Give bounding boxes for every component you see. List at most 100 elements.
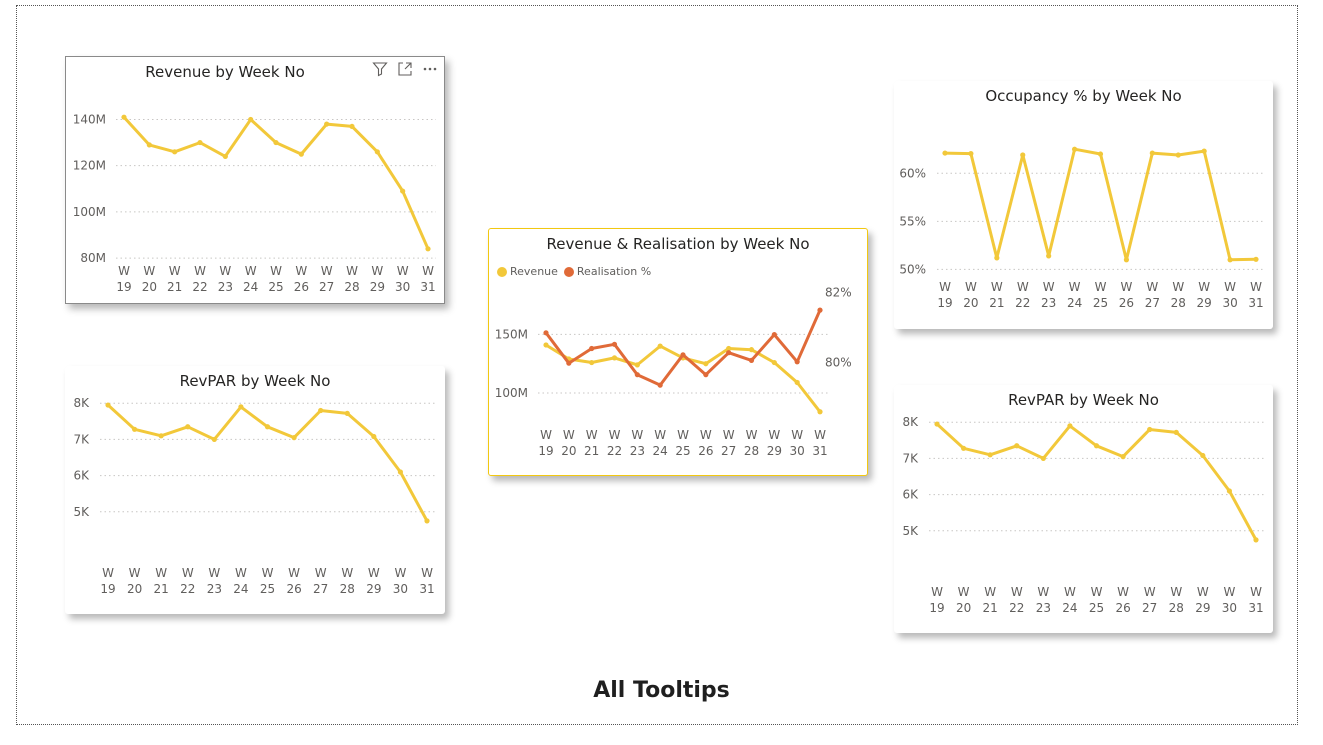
x-tick-label: W 27	[313, 566, 328, 596]
data-point[interactable]	[1071, 146, 1078, 152]
data-point[interactable]	[105, 402, 111, 408]
series-line[interactable]	[106, 403, 429, 523]
data-point[interactable]	[1149, 150, 1155, 156]
data-point[interactable]	[771, 359, 777, 366]
x-tick-label: W 25	[1089, 585, 1104, 615]
data-point[interactable]	[264, 424, 271, 430]
data-point[interactable]	[794, 359, 800, 365]
x-tick-label: W 27	[1142, 585, 1157, 615]
data-point[interactable]	[611, 355, 618, 361]
data-point[interactable]	[371, 433, 377, 440]
data-point[interactable]	[211, 436, 217, 443]
revpar-right-visual[interactable]: RevPAR by Week No 5K 6K 7K 8K W 19 W 20 W 21 W 22 W 2…	[894, 385, 1273, 633]
x-tick-label: W 23	[207, 566, 222, 596]
data-point[interactable]	[1201, 148, 1207, 154]
data-point[interactable]	[397, 469, 404, 475]
data-point[interactable]	[146, 142, 152, 148]
data-point[interactable]	[726, 350, 732, 356]
data-point[interactable]	[794, 379, 800, 386]
data-point[interactable]	[1253, 256, 1259, 262]
series-line[interactable]	[935, 422, 1258, 542]
data-point[interactable]	[344, 410, 350, 416]
data-point[interactable]	[172, 149, 178, 155]
data-point[interactable]	[318, 407, 324, 414]
occupancy-by-week-visual[interactable]: Occupancy % by Week No 50% 55% 60% W 19 W 20 W 2…	[894, 81, 1273, 329]
data-point[interactable]	[324, 121, 330, 127]
data-point[interactable]	[657, 382, 663, 388]
data-point[interactable]	[1120, 454, 1126, 460]
x-tick-label: W 30	[1222, 585, 1237, 615]
data-point[interactable]	[1093, 443, 1100, 449]
data-point[interactable]	[960, 445, 967, 451]
data-point[interactable]	[197, 139, 203, 146]
series-line[interactable]	[544, 308, 822, 387]
data-point[interactable]	[994, 255, 1000, 261]
data-point[interactable]	[298, 151, 304, 157]
x-tick-label: W 27	[721, 428, 736, 458]
data-point[interactable]	[589, 359, 595, 366]
data-point[interactable]	[238, 404, 244, 410]
data-point[interactable]	[222, 153, 228, 160]
data-point[interactable]	[703, 372, 709, 378]
x-tick-label: W 21	[154, 566, 169, 596]
x-tick-label: W 20	[956, 585, 971, 615]
data-point[interactable]	[248, 116, 254, 123]
chart-plot: 80M 100M 120M 140M W 19 W 20 W 21 W 22 W 23 W 24 W 25 W 26 W…	[73, 112, 436, 294]
data-point[interactable]	[748, 347, 755, 353]
data-point[interactable]	[1173, 429, 1179, 435]
data-point[interactable]	[273, 139, 279, 146]
data-point[interactable]	[1014, 443, 1020, 449]
data-point[interactable]	[1147, 426, 1153, 433]
data-point[interactable]	[1097, 151, 1104, 157]
chart-plot: 100M 150M 80% 82% W 19 W 20 W 21 W 22 W 23 W 24 W 25 W 26 W 2…	[495, 286, 852, 458]
data-point[interactable]	[185, 424, 191, 430]
series-line[interactable]	[943, 147, 1258, 262]
x-tick-label: W 25	[260, 566, 275, 596]
data-point[interactable]	[817, 409, 823, 415]
data-point[interactable]	[634, 372, 640, 378]
data-point[interactable]	[1200, 452, 1206, 459]
x-tick-label: W 27	[1145, 280, 1160, 310]
data-point[interactable]	[968, 150, 974, 157]
data-point[interactable]	[611, 341, 618, 347]
data-point[interactable]	[374, 149, 380, 155]
data-point[interactable]	[817, 307, 823, 313]
data-point[interactable]	[566, 360, 572, 366]
series-line[interactable]	[122, 115, 430, 251]
data-point[interactable]	[1046, 253, 1052, 259]
data-point[interactable]	[349, 123, 355, 130]
revpar-left-visual[interactable]: RevPAR by Week No 5K 6K 7K 8K W 19 W 20 W 21 W 22 W 2…	[65, 366, 445, 614]
data-point[interactable]	[1123, 257, 1130, 263]
data-point[interactable]	[425, 246, 431, 252]
data-point[interactable]	[1253, 537, 1259, 543]
data-point[interactable]	[400, 188, 406, 194]
data-point[interactable]	[1020, 152, 1026, 158]
data-point[interactable]	[131, 426, 138, 432]
data-point[interactable]	[1067, 423, 1073, 429]
data-point[interactable]	[543, 330, 549, 336]
x-tick-label: W 25	[268, 264, 283, 294]
data-point[interactable]	[634, 362, 640, 368]
revenue-realisation-visual[interactable]: Revenue & Realisation by Week No Revenue…	[488, 228, 868, 476]
data-point[interactable]	[1040, 455, 1046, 462]
data-point[interactable]	[291, 435, 297, 441]
data-point[interactable]	[680, 352, 686, 358]
data-point[interactable]	[158, 433, 164, 439]
y-tick-label: 120M	[73, 159, 106, 173]
data-point[interactable]	[424, 518, 430, 524]
data-point[interactable]	[1226, 488, 1233, 494]
data-point[interactable]	[543, 342, 549, 348]
x-tick-label: W 26	[286, 566, 301, 596]
data-point[interactable]	[703, 361, 709, 367]
data-point[interactable]	[942, 150, 948, 156]
data-point[interactable]	[657, 343, 663, 349]
revenue-by-week-visual[interactable]: Revenue by Week No 80M 100M 120M 140M W 19 W 20…	[65, 56, 445, 304]
data-point[interactable]	[987, 452, 993, 458]
data-point[interactable]	[748, 357, 755, 363]
data-point[interactable]	[934, 421, 940, 427]
data-point[interactable]	[589, 345, 595, 352]
data-point[interactable]	[771, 331, 777, 338]
data-point[interactable]	[121, 114, 127, 120]
data-point[interactable]	[1175, 152, 1181, 158]
data-point[interactable]	[1227, 257, 1233, 263]
